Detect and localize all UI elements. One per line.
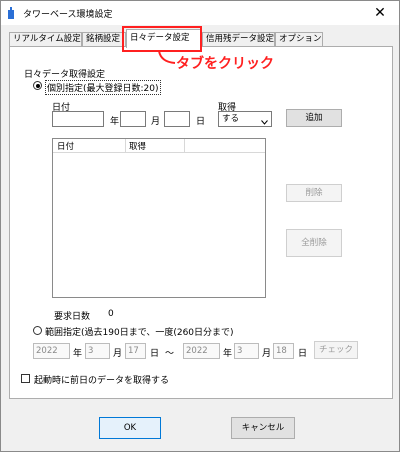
from-day-unit: 日 (150, 349, 160, 359)
day-unit: 日 (196, 117, 206, 127)
to-year-unit: 年 (223, 349, 233, 359)
year-input[interactable] (52, 111, 104, 127)
date-list[interactable]: 日付 取得 (52, 138, 266, 298)
radio-individual[interactable] (33, 81, 42, 90)
to-day-unit: 日 (298, 349, 308, 359)
ok-button[interactable]: OK (99, 417, 161, 439)
window-title: タワーベース環境設定 (23, 10, 113, 20)
tab-panel: 日々データ取得設定 個別指定(最大登録日数:20) 日付 年 月 日 取得 する… (9, 46, 393, 399)
startup-fetch-label[interactable]: 起動時に前日のデータを取得する (34, 373, 169, 386)
from-month-input[interactable]: 3 (85, 343, 110, 359)
close-icon[interactable]: ✕ (369, 4, 391, 22)
column-separator (125, 139, 126, 152)
to-day-input[interactable]: 18 (273, 343, 294, 359)
settings-window: タワーベース環境設定 ✕ リアルタイム設定 銘柄設定 日々データ設定 信用残デー… (0, 0, 400, 452)
list-column-acquire[interactable]: 取得 (129, 140, 146, 152)
delete-all-button[interactable]: 全削除 (286, 229, 342, 257)
delete-button[interactable]: 削除 (286, 184, 342, 202)
list-column-date[interactable]: 日付 (57, 140, 74, 152)
radio-individual-label[interactable]: 個別指定(最大登録日数:20) (45, 80, 161, 95)
tab-symbol[interactable]: 銘柄設定 (82, 32, 126, 47)
list-header: 日付 取得 (53, 139, 265, 153)
from-day-input[interactable]: 17 (125, 343, 146, 359)
month-unit: 月 (151, 117, 161, 127)
app-icon (7, 7, 15, 19)
day-input[interactable] (164, 111, 190, 127)
to-month-unit: 月 (262, 349, 272, 359)
acquire-select-value: する (222, 114, 240, 124)
check-button[interactable]: チェック (314, 341, 358, 359)
radio-range-label[interactable]: 範囲指定(過去190日まで、一度(260日分まで) (45, 325, 234, 338)
from-month-unit: 月 (113, 349, 123, 359)
footer: OK キャンセル (1, 401, 399, 451)
acquire-select[interactable]: する (218, 111, 272, 127)
requested-days-value: 0 (108, 309, 114, 319)
tab-highlight-box (122, 26, 202, 52)
group-title: 日々データ取得設定 (24, 70, 106, 80)
add-button[interactable]: 追加 (286, 109, 342, 127)
range-tilde: ～ (165, 349, 175, 359)
tab-realtime[interactable]: リアルタイム設定 (9, 32, 82, 47)
to-month-input[interactable]: 3 (234, 343, 259, 359)
startup-fetch-checkbox[interactable] (21, 374, 30, 383)
annotation-arrow-icon (157, 50, 177, 69)
from-year-input[interactable]: 2022 (33, 343, 70, 359)
chevron-down-icon (261, 116, 268, 130)
tab-annotation: タブをクリック (176, 56, 274, 72)
tab-margin-data[interactable]: 信用残データ設定 (202, 32, 275, 47)
year-unit: 年 (110, 117, 120, 127)
to-year-input[interactable]: 2022 (183, 343, 220, 359)
column-separator (184, 139, 185, 152)
tab-options[interactable]: オプション (275, 32, 323, 47)
requested-days-label: 要求日数 (54, 312, 91, 322)
month-input[interactable] (120, 111, 146, 127)
from-year-unit: 年 (73, 349, 83, 359)
radio-range[interactable] (33, 326, 42, 335)
title-bar: タワーベース環境設定 ✕ (1, 1, 399, 25)
cancel-button[interactable]: キャンセル (231, 417, 295, 439)
